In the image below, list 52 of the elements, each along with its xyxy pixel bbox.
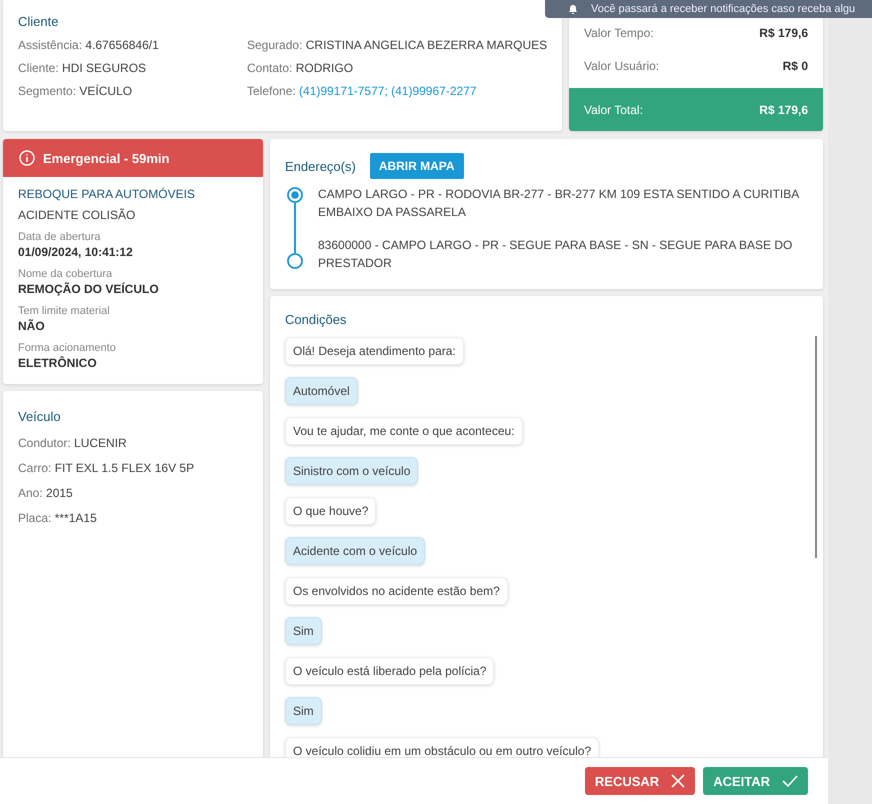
value-label: Valor Total:: [584, 102, 643, 116]
detail-label: Tem limite material: [18, 305, 111, 317]
check-icon: [782, 775, 798, 787]
scrollbar[interactable]: [815, 336, 817, 558]
field-text: Assistência: 4.67656846/1: [18, 38, 160, 52]
detail-label: Nome da cobertura: [18, 268, 114, 280]
detail-label: Data de abertura: [18, 231, 102, 243]
bell-icon: [567, 3, 579, 15]
answer-bubble: Acidente com o veículo: [285, 537, 426, 565]
field-text: Telefone: (41)99171-7577; (41)99967-2277: [247, 84, 478, 98]
field-text: Segurado: CRISTINA ANGELICA BEZERRA MARQUES: [247, 38, 547, 52]
notification-text: Você passará a receber notificações caso receba algu: [591, 3, 856, 15]
field-text: Carro: FIT EXL 1.5 FLEX 16V 5P: [18, 461, 196, 475]
detail-value: ELETRÔNICO: [18, 356, 98, 370]
answer-bubble: Sinistro com o veículo: [285, 457, 418, 485]
field-text: Ano: 2015: [18, 486, 74, 500]
accept-button[interactable]: ACEITAR: [703, 767, 808, 795]
value-amount: R$ 179,6: [759, 102, 808, 116]
field-text: Segmento: VEÍCULO: [18, 84, 134, 98]
alert-text: Emergencial - 59min: [43, 150, 170, 166]
service-name: REBOQUE PARA AUTOMÓVEIS: [18, 187, 196, 201]
answer-bubble: Sim: [285, 697, 322, 725]
reject-button[interactable]: RECUSAR: [584, 767, 696, 795]
detail-value: REMOÇÃO DO VEÍCULO: [18, 282, 160, 296]
address-text: CAMPO LARGO - PR - RODOVIA BR-277 - BR-277 KM 109 ESTA SENTIDO A CURITIBA EMBAIXO DA PASSARELA: [318, 186, 800, 221]
question-bubble: Vou te ajudar, me conte o que aconteceu:: [285, 417, 522, 445]
card-title: Cliente: [18, 14, 60, 29]
close-icon: [671, 774, 686, 788]
info-icon: [19, 150, 35, 166]
card-title: Endereço(s): [285, 158, 356, 174]
value-label: Valor Usuário:: [584, 59, 660, 73]
card-title: Veículo: [18, 409, 62, 424]
answer-bubble: Automóvel: [285, 377, 358, 405]
field-text: Condutor: LUCENIR: [18, 436, 128, 450]
question-bubble: Os envolvidos no acidente estão bem?: [285, 577, 508, 605]
field-text: Contato: RODRIGO: [247, 61, 354, 75]
detail-label: Forma acionamento: [18, 342, 117, 354]
card-title: Condições: [285, 312, 348, 327]
service-cause: ACIDENTE COLISÃO: [18, 208, 136, 222]
value-label: Valor Tempo:: [584, 26, 654, 40]
question-bubble: O que houve?: [285, 497, 376, 525]
detail-value: 01/09/2024, 10:41:12: [18, 245, 134, 259]
address-text: 83600000 - CAMPO LARGO - PR - SEGUE PARA BASE - SN - SEGUE PARA BASE DO PRESTADOR: [318, 237, 794, 272]
question-bubble: Olá! Deseja atendimento para:: [285, 337, 464, 365]
value-amount: R$ 0: [782, 59, 808, 73]
question-bubble: O veículo está liberado pela polícia?: [285, 657, 494, 685]
value-amount: R$ 179,6: [759, 26, 808, 40]
field-text: Placa: ***1A15: [18, 511, 98, 525]
detail-value: NÃO: [18, 319, 46, 333]
answer-bubble: Sim: [285, 617, 322, 645]
open-map-button[interactable]: ABRIR MAPA: [370, 153, 464, 179]
field-text: Cliente: HDI SEGUROS: [18, 61, 148, 75]
